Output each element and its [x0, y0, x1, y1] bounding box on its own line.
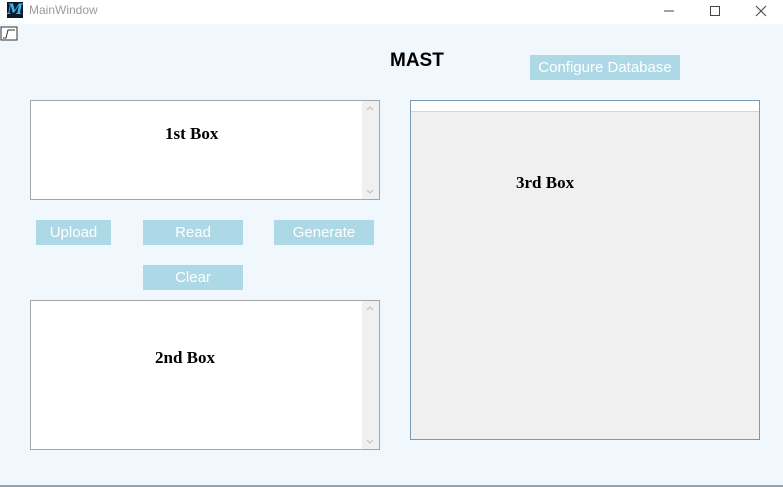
clear-button[interactable]: Clear — [143, 265, 243, 290]
scroll-up-icon[interactable] — [366, 305, 374, 313]
scrollbar[interactable] — [362, 101, 379, 199]
scroll-up-icon[interactable] — [366, 105, 374, 113]
third-box-label: 3rd Box — [516, 173, 575, 192]
third-box-header — [411, 101, 759, 112]
menu-icon[interactable] — [0, 26, 18, 42]
window-title: MainWindow — [29, 3, 98, 17]
title-bar[interactable]: M MainWindow — [0, 0, 783, 24]
maximize-icon — [710, 6, 720, 16]
close-icon — [755, 5, 767, 17]
scroll-down-icon[interactable] — [366, 187, 374, 195]
scroll-down-icon[interactable] — [366, 437, 374, 445]
generate-button[interactable]: Generate — [274, 220, 374, 245]
second-text-box[interactable]: 2nd Box — [30, 300, 380, 450]
app-logo-icon: M — [7, 2, 23, 18]
configure-database-button[interactable]: Configure Database — [530, 55, 680, 80]
read-button[interactable]: Read — [143, 220, 243, 245]
third-box[interactable]: 3rd Box — [410, 100, 760, 440]
minimize-icon — [664, 10, 674, 12]
first-box-label: 1st Box — [165, 124, 219, 143]
main-content: MAST Configure Database 1st Box Upload R… — [0, 24, 783, 485]
second-box-label: 2nd Box — [155, 348, 215, 367]
minimize-button[interactable] — [647, 0, 691, 22]
page-title: MAST — [390, 50, 444, 71]
first-text-box[interactable]: 1st Box — [30, 100, 380, 200]
close-button[interactable] — [739, 0, 783, 22]
upload-button[interactable]: Upload — [36, 220, 111, 245]
scrollbar[interactable] — [362, 301, 379, 449]
maximize-button[interactable] — [693, 0, 737, 22]
